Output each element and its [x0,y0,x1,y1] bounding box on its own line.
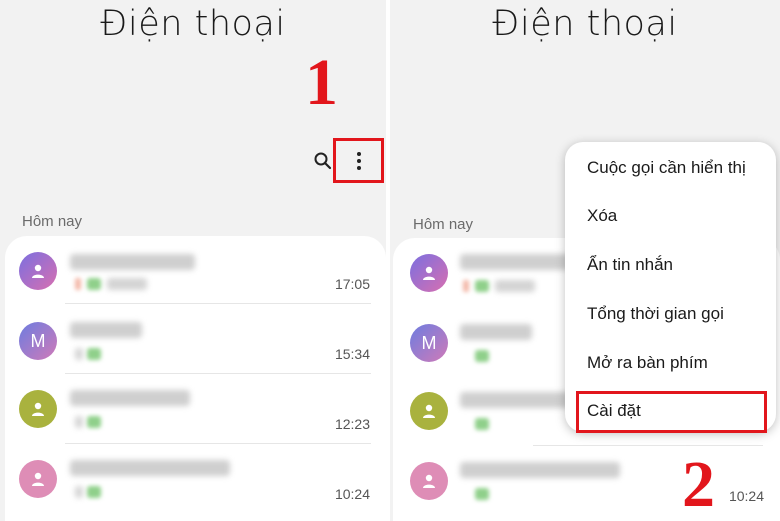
call-time: 17:05 [334,276,370,292]
call-log-item[interactable]: 10:24 [393,448,780,518]
menu-item-open-keypad[interactable]: Mở ra bàn phím [587,353,708,373]
person-icon [32,264,44,278]
step-number-2: 2 [682,448,715,521]
call-log-list: 17:05 M 15:34 12:23 10:24 [5,236,386,521]
more-options-highlight [333,138,384,183]
section-label: Hôm nay [413,216,474,233]
call-log-item[interactable]: 10:24 [5,446,386,516]
person-icon [423,266,435,280]
call-time: 10:24 [728,488,764,504]
call-log-item[interactable]: 12:23 [5,376,386,446]
person-icon [423,474,435,488]
avatar [410,392,448,430]
avatar: M [19,322,57,360]
person-icon [32,402,44,416]
menu-item-hide-messages[interactable]: Ẩn tin nhắn [587,255,673,275]
person-icon [423,404,435,418]
step-number-1: 1 [305,46,338,119]
call-log-item[interactable]: 17:05 [5,236,386,306]
settings-highlight [576,391,767,433]
avatar: M [410,324,448,362]
avatar [19,460,57,498]
page-title: Điện thoại [492,4,678,44]
avatar [19,390,57,428]
overflow-menu: Cuộc gọi cần hiển thị Xóa Ẩn tin nhắn Tổ… [565,142,776,432]
avatar [19,252,57,290]
menu-item-visible-calls[interactable]: Cuộc gọi cần hiển thị [587,158,746,178]
section-label: Hôm nay [22,213,83,230]
call-time: 15:34 [334,346,370,362]
left-phone-screen: Điện thoại 1 Hôm nay 17:05 M 15:34 12:23… [0,0,386,521]
person-icon [32,472,44,486]
avatar [410,254,448,292]
menu-item-delete[interactable]: Xóa [587,206,617,226]
avatar [410,462,448,500]
call-time: 10:24 [334,486,370,502]
call-time: 12:23 [334,416,370,432]
call-log-item[interactable]: M 15:34 [5,306,386,376]
menu-item-call-duration[interactable]: Tổng thời gian gọi [587,304,724,324]
page-title: Điện thoại [100,4,286,44]
